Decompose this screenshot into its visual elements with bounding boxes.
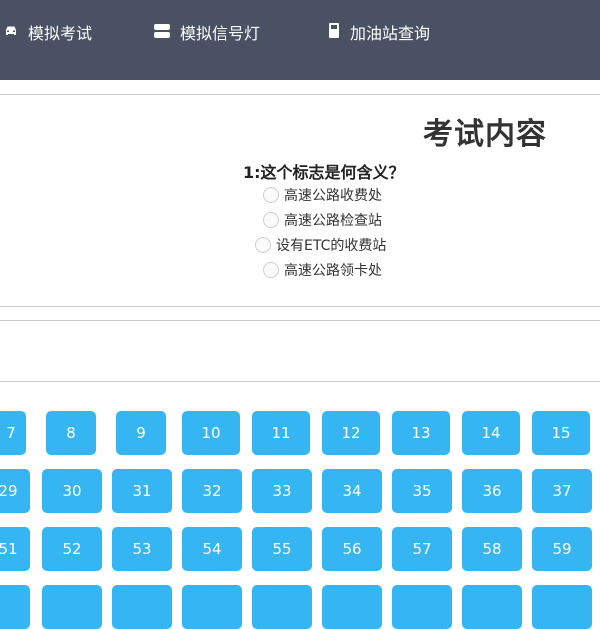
question-number-button[interactable]: 36 (462, 469, 522, 513)
answer-option-4[interactable]: 高速公路领卡处 (263, 260, 382, 280)
question-number-button[interactable]: 10 (182, 411, 240, 455)
radio-button[interactable] (263, 187, 279, 203)
question-number-button[interactable]: 56 (322, 527, 382, 571)
question-number-button[interactable] (112, 585, 172, 629)
question-number-button[interactable] (392, 585, 452, 629)
exam-content-panel: 考试内容 1:这个标志是何含义？ 高速公路收费处 高速公路检查站 设有ETC的收… (0, 94, 600, 307)
nav-item-mock-exam[interactable]: 模拟考试 (4, 20, 92, 44)
car-icon (4, 23, 18, 42)
radio-button[interactable] (263, 212, 279, 228)
question-number-button[interactable]: 30 (42, 469, 102, 513)
question-number-button[interactable] (532, 585, 592, 629)
answer-option-label: 设有ETC的收费站 (276, 238, 387, 254)
question-number-button[interactable] (0, 585, 30, 629)
question-number-button[interactable]: 32 (182, 469, 242, 513)
answer-option-label: 高速公路检查站 (284, 213, 382, 229)
radio-button[interactable] (263, 262, 279, 278)
question-number-button[interactable] (322, 585, 382, 629)
answer-option-3[interactable]: 设有ETC的收费站 (255, 235, 386, 255)
question-number-button[interactable]: 12 (322, 411, 380, 455)
nav-label-gas-station-search: 加油站查询 (350, 24, 431, 43)
page-title: 考试内容 (423, 117, 547, 152)
question-number-button[interactable]: 11 (252, 411, 310, 455)
nav-label-mock-exam: 模拟考试 (28, 24, 93, 43)
answer-option-1[interactable]: 高速公路收费处 (263, 185, 382, 205)
radio-button[interactable] (255, 237, 271, 253)
question-number-button[interactable]: 29 (0, 469, 30, 513)
fuel-pump-icon (328, 22, 340, 42)
question-number-button[interactable]: 59 (532, 527, 592, 571)
nav-gap (0, 80, 600, 94)
question-number-button[interactable] (42, 585, 102, 629)
question-number-button[interactable]: 33 (252, 469, 312, 513)
question-number-button[interactable]: 53 (112, 527, 172, 571)
question-number-button[interactable] (462, 585, 522, 629)
traffic-light-icon (154, 23, 170, 42)
question-number-button[interactable]: 15 (532, 411, 590, 455)
question-number-button[interactable]: 35 (392, 469, 452, 513)
question-number-button[interactable]: 37 (532, 469, 592, 513)
answer-option-label: 高速公路收费处 (284, 188, 382, 204)
answer-option-label: 高速公路领卡处 (284, 263, 382, 279)
question-number-button[interactable]: 57 (392, 527, 452, 571)
question-number-button[interactable]: 34 (322, 469, 382, 513)
question-text: 1:这个标志是何含义？ (243, 163, 405, 182)
question-number-button[interactable]: 31 (112, 469, 172, 513)
question-number-button[interactable]: 8 (46, 411, 96, 455)
answer-option-2[interactable]: 高速公路检查站 (263, 210, 382, 230)
nav-item-gas-station-search[interactable]: 加油站查询 (328, 20, 430, 44)
question-number-button[interactable]: 58 (462, 527, 522, 571)
question-number-grid: 7 8 9 10 11 12 13 14 15 29 30 31 32 33 3… (0, 382, 600, 629)
answer-feedback-panel (0, 320, 600, 382)
top-navbar: 模拟考试 模拟信号灯 加油站查询 (0, 0, 600, 80)
question-number-button[interactable]: 7 (0, 411, 26, 455)
question-number-button[interactable]: 9 (116, 411, 166, 455)
question-number-button[interactable] (182, 585, 242, 629)
question-number-button[interactable] (252, 585, 312, 629)
nav-item-mock-traffic-light[interactable]: 模拟信号灯 (154, 20, 260, 44)
question-number-button[interactable]: 51 (0, 527, 30, 571)
question-number-button[interactable]: 55 (252, 527, 312, 571)
question-number-button[interactable]: 52 (42, 527, 102, 571)
nav-label-mock-traffic-light: 模拟信号灯 (180, 24, 261, 43)
question-number-button[interactable]: 13 (392, 411, 450, 455)
question-number-button[interactable]: 14 (462, 411, 520, 455)
question-number-button[interactable]: 54 (182, 527, 242, 571)
